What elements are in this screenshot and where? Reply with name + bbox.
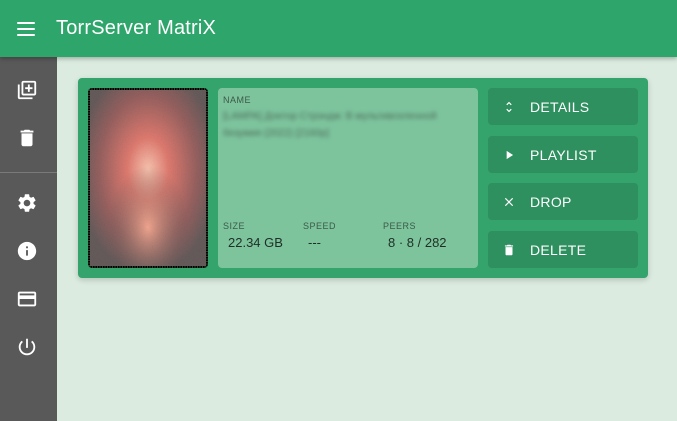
menu-icon[interactable] xyxy=(16,19,36,39)
credit-card-icon xyxy=(17,291,37,307)
details-button[interactable]: DETAILS xyxy=(488,88,638,125)
unfold-icon xyxy=(502,100,516,114)
add-to-library-icon xyxy=(17,80,37,100)
size-label: SIZE xyxy=(223,221,246,231)
torrent-name: [LAMPA] Доктор Стрэндж: В мультивселенно… xyxy=(223,111,437,139)
power-icon xyxy=(18,338,36,356)
sidebar xyxy=(0,57,57,421)
delete-button[interactable]: DELETE xyxy=(488,231,638,268)
sidebar-divider xyxy=(0,172,57,173)
trash-icon xyxy=(20,129,34,147)
about-button[interactable] xyxy=(14,238,40,264)
peers-label: PEERS xyxy=(383,221,417,231)
donate-button[interactable] xyxy=(14,286,40,312)
torrent-card: NAME [LAMPA] Доктор Стрэндж: В мультивсе… xyxy=(78,78,648,278)
drop-label: DROP xyxy=(530,193,572,210)
details-label: DETAILS xyxy=(530,98,590,115)
settings-button[interactable] xyxy=(14,190,40,216)
shutdown-button[interactable] xyxy=(14,334,40,360)
torrent-info-panel: NAME [LAMPA] Доктор Стрэндж: В мультивсе… xyxy=(218,88,478,268)
poster-image xyxy=(88,88,208,268)
app-title: TorrServer MatriX xyxy=(56,17,217,39)
remove-all-button[interactable] xyxy=(14,125,40,151)
delete-label: DELETE xyxy=(530,241,587,258)
info-icon xyxy=(17,241,37,261)
settings-gear-icon xyxy=(18,194,36,212)
name-label: NAME xyxy=(223,95,252,105)
drop-button[interactable]: DROP xyxy=(488,183,638,220)
add-torrent-button[interactable] xyxy=(14,77,40,103)
trash-icon xyxy=(502,243,516,257)
playlist-button[interactable]: PLAYLIST xyxy=(488,136,638,173)
close-icon xyxy=(502,195,516,209)
playlist-label: PLAYLIST xyxy=(530,146,597,163)
app-bar: TorrServer MatriX xyxy=(0,0,677,57)
peers-value: 8 · 8 / 282 xyxy=(388,235,447,250)
speed-label: SPEED xyxy=(303,221,337,231)
size-value: 22.34 GB xyxy=(228,235,283,250)
speed-value: --- xyxy=(308,235,321,250)
play-icon xyxy=(502,148,516,162)
